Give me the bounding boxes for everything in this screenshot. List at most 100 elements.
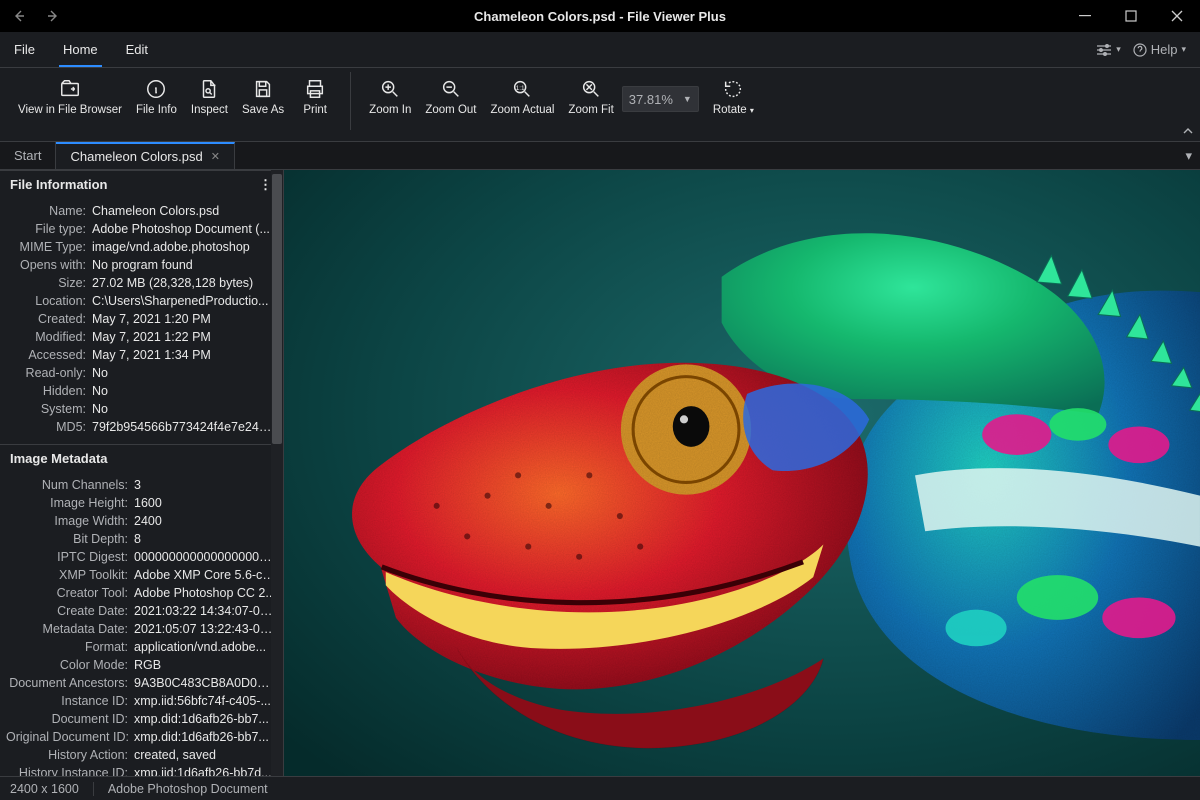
- info-key: Num Channels:: [6, 478, 134, 492]
- info-row: Opens with:No program found: [6, 256, 277, 274]
- tab-close-icon[interactable]: ✕: [211, 150, 220, 163]
- info-key: Bit Depth:: [6, 532, 134, 546]
- rotate-button[interactable]: Rotate ▾: [707, 72, 760, 134]
- menu-edit[interactable]: Edit: [112, 32, 162, 67]
- info-value: C:\Users\SharpenedProductio...: [92, 294, 277, 308]
- info-value: 79f2b954566b773424f4e7e247c...: [92, 420, 277, 434]
- tab-file-label: Chameleon Colors.psd: [70, 149, 202, 164]
- info-value: No: [92, 402, 277, 416]
- info-row: System:No: [6, 400, 277, 418]
- minimize-button[interactable]: [1062, 0, 1108, 32]
- info-key: System:: [6, 402, 92, 416]
- info-value: xmp.did:1d6afb26-bb7...: [134, 712, 277, 726]
- info-row: History Action:created, saved: [6, 746, 277, 764]
- info-row: Color Mode:RGB: [6, 656, 277, 674]
- info-key: XMP Toolkit:: [6, 568, 134, 582]
- info-row: Hidden:No: [6, 382, 277, 400]
- print-label: Print: [303, 104, 327, 117]
- info-row: Creator Tool:Adobe Photoshop CC 2...: [6, 584, 277, 602]
- zoom-fit-button[interactable]: Zoom Fit: [562, 72, 619, 134]
- info-key: Hidden:: [6, 384, 92, 398]
- panel-scrollbar-thumb[interactable]: [272, 174, 282, 444]
- info-row: Format:application/vnd.adobe...: [6, 638, 277, 656]
- info-key: History Instance ID:: [6, 766, 134, 776]
- info-value: application/vnd.adobe...: [134, 640, 277, 654]
- menu-bar: File Home Edit ▾ Help ▾: [0, 32, 1200, 68]
- info-key: Format:: [6, 640, 134, 654]
- info-value: image/vnd.adobe.photoshop: [92, 240, 277, 254]
- tab-file[interactable]: Chameleon Colors.psd ✕: [56, 142, 234, 169]
- info-value: 1600: [134, 496, 277, 510]
- zoom-in-button[interactable]: Zoom In: [363, 72, 417, 134]
- info-row: Modified:May 7, 2021 1:22 PM: [6, 328, 277, 346]
- maximize-button[interactable]: [1108, 0, 1154, 32]
- info-key: Modified:: [6, 330, 92, 344]
- info-key: Document Ancestors:: [6, 676, 134, 690]
- zoom-level-value: 37.81%: [629, 92, 673, 107]
- info-row: Size:27.02 MB (28,328,128 bytes): [6, 274, 277, 292]
- info-value: 0000000000000000000000...: [134, 550, 277, 564]
- tab-start[interactable]: Start: [0, 142, 56, 169]
- image-content: [284, 170, 1200, 776]
- zoom-in-label: Zoom In: [369, 104, 411, 117]
- info-row: History Instance ID:xmp.iid:1d6afb26-bb7…: [6, 764, 277, 776]
- chevron-down-icon: ▾: [750, 106, 754, 115]
- info-value: May 7, 2021 1:34 PM: [92, 348, 277, 362]
- info-key: MIME Type:: [6, 240, 92, 254]
- help-button[interactable]: Help ▾: [1133, 42, 1186, 57]
- print-button[interactable]: Print: [292, 72, 338, 134]
- info-row: MIME Type:image/vnd.adobe.photoshop: [6, 238, 277, 256]
- file-info-button[interactable]: File Info: [130, 72, 183, 134]
- image-viewer[interactable]: [284, 170, 1200, 776]
- redo-button[interactable]: [38, 2, 66, 30]
- info-key: Read-only:: [6, 366, 92, 380]
- zoom-actual-button[interactable]: 1:1 Zoom Actual: [485, 72, 561, 134]
- zoom-out-button[interactable]: Zoom Out: [419, 72, 482, 134]
- inspect-label: Inspect: [191, 104, 228, 117]
- info-row: Location:C:\Users\SharpenedProductio...: [6, 292, 277, 310]
- info-panel: File Information ⋮ Name:Chameleon Colors…: [0, 170, 284, 776]
- info-key: Size:: [6, 276, 92, 290]
- info-key: Create Date:: [6, 604, 134, 618]
- info-row: Document ID:xmp.did:1d6afb26-bb7...: [6, 710, 277, 728]
- chevron-down-icon: ▾: [1116, 44, 1121, 55]
- info-row: Num Channels:3: [6, 476, 277, 494]
- panel-scrollbar[interactable]: [271, 170, 283, 776]
- info-value: xmp.iid:56bfc74f-c405-...: [134, 694, 277, 708]
- view-settings-button[interactable]: ▾: [1096, 43, 1121, 57]
- menu-file[interactable]: File: [0, 32, 49, 67]
- collapse-ribbon-button[interactable]: [1182, 125, 1194, 137]
- info-row: Image Width:2400: [6, 512, 277, 530]
- info-value: RGB: [134, 658, 277, 672]
- info-key: Metadata Date:: [6, 622, 134, 636]
- menu-home[interactable]: Home: [49, 32, 112, 67]
- info-row: Create Date:2021:03:22 14:34:07-05:...: [6, 602, 277, 620]
- file-info-label: File Info: [136, 104, 177, 117]
- info-key: Created:: [6, 312, 92, 326]
- info-value: Adobe Photoshop CC 2...: [134, 586, 277, 600]
- info-value: xmp.iid:1d6afb26-bb7d...: [134, 766, 277, 776]
- file-information-header: File Information ⋮: [0, 170, 283, 198]
- info-key: Creator Tool:: [6, 586, 134, 600]
- info-value: Adobe Photoshop Document (....: [92, 222, 277, 236]
- info-value: No: [92, 366, 277, 380]
- info-key: Original Document ID:: [6, 730, 134, 744]
- undo-button[interactable]: [6, 2, 34, 30]
- info-value: Chameleon Colors.psd: [92, 204, 277, 218]
- info-row: XMP Toolkit:Adobe XMP Core 5.6-c1...: [6, 566, 277, 584]
- info-row: Metadata Date:2021:05:07 13:22:43-05:...: [6, 620, 277, 638]
- info-key: Document ID:: [6, 712, 134, 726]
- view-in-file-browser-button[interactable]: View in File Browser: [12, 72, 128, 134]
- info-value: 9A3B0C483CB8A0D0B0...: [134, 676, 277, 690]
- info-row: Document Ancestors:9A3B0C483CB8A0D0B0...: [6, 674, 277, 692]
- info-value: May 7, 2021 1:20 PM: [92, 312, 277, 326]
- inspect-button[interactable]: Inspect: [185, 72, 234, 134]
- close-button[interactable]: [1154, 0, 1200, 32]
- image-metadata-body: Num Channels:3Image Height:1600Image Wid…: [0, 472, 283, 776]
- zoom-level-field[interactable]: 37.81% ▼: [622, 86, 699, 112]
- info-key: File type:: [6, 222, 92, 236]
- svg-text:1:1: 1:1: [516, 85, 525, 92]
- info-value: 3: [134, 478, 277, 492]
- save-as-button[interactable]: Save As: [236, 72, 290, 134]
- tab-overflow-button[interactable]: ▾: [1185, 142, 1192, 169]
